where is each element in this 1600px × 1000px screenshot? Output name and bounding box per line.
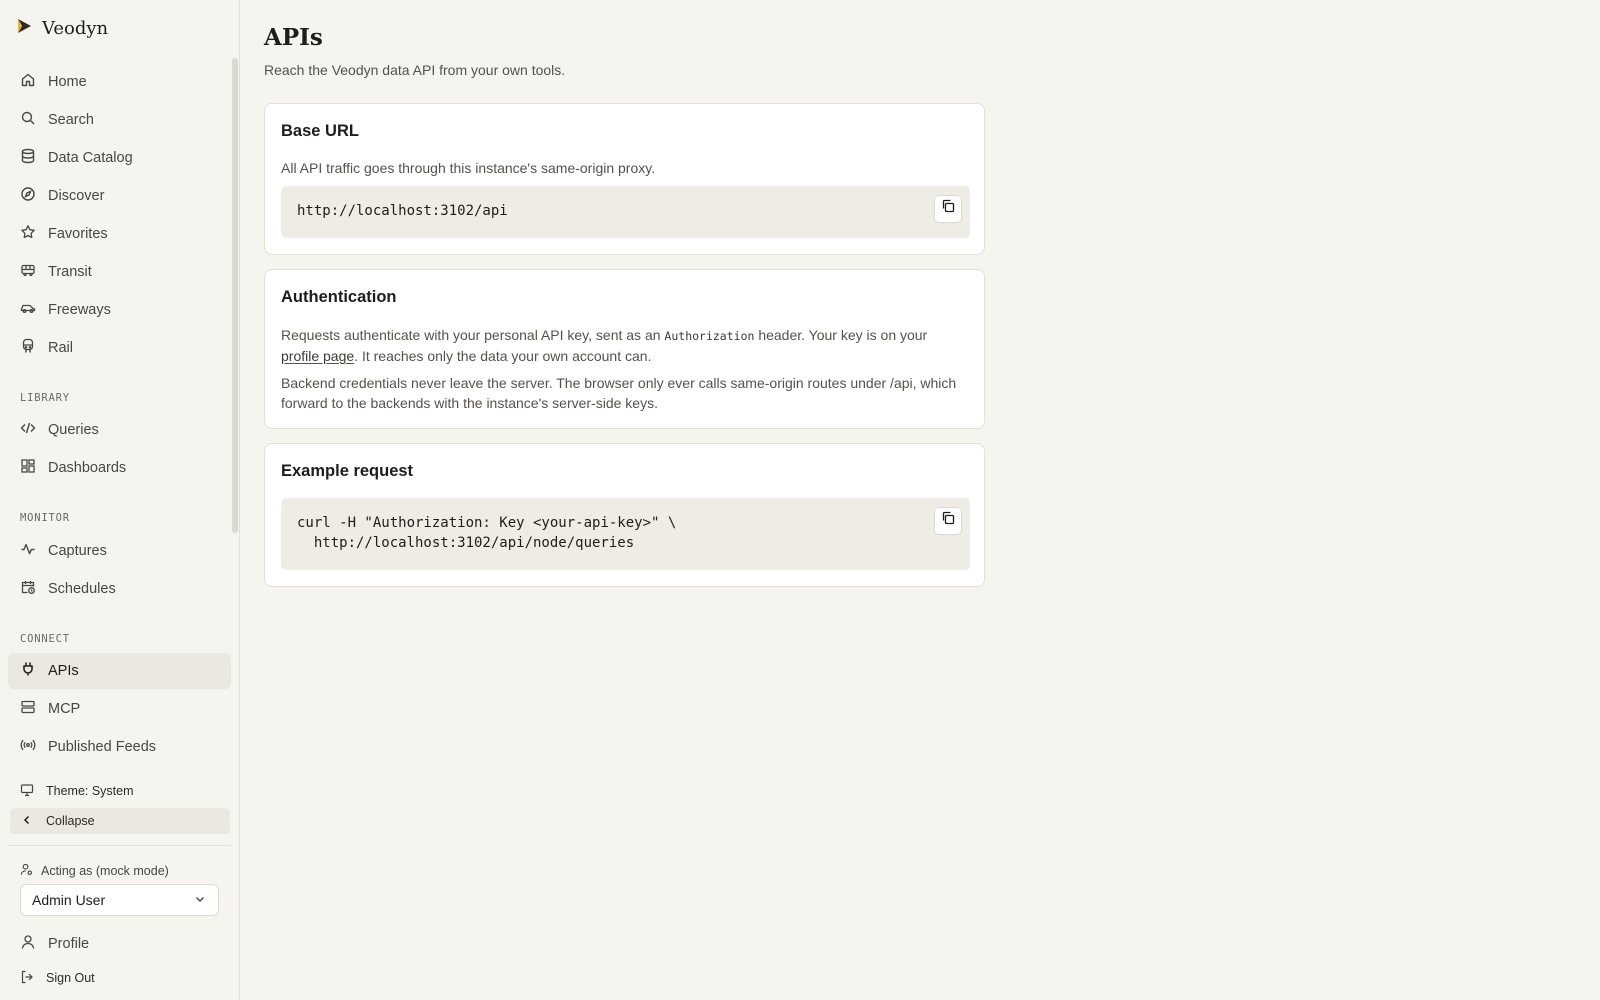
sidebar-item-home[interactable]: Home <box>8 64 231 100</box>
car-icon <box>20 300 36 320</box>
sidebar-item-label: Published Feeds <box>48 739 157 755</box>
sidebar-item-published-feeds[interactable]: Published Feeds <box>8 729 231 765</box>
example-code-block: curl -H "Authorization: Key <your-api-ke… <box>281 498 970 570</box>
section-label-connect: CONNECT <box>20 633 70 645</box>
chevron-left-icon <box>20 813 34 830</box>
sidebar-item-label: Captures <box>48 543 107 559</box>
compass-icon <box>20 186 36 206</box>
page-title: APIs <box>264 24 323 51</box>
theme-toggle[interactable]: Theme: System <box>10 778 230 804</box>
code-line: http://localhost:3102/api/node/queries <box>297 535 635 551</box>
dashboard-icon <box>20 458 36 478</box>
sidebar-item-label: Search <box>48 112 94 128</box>
brand-name: Veodyn <box>42 18 109 39</box>
sidebar-item-label: Rail <box>48 340 73 356</box>
plug-icon <box>20 661 36 681</box>
auth-text: Requests authenticate with your personal… <box>281 327 665 343</box>
sidebar-item-label: MCP <box>48 701 81 717</box>
sidebar: Veodyn Home Search Data Catalog Discover… <box>0 0 240 1000</box>
sidebar-item-apis[interactable]: APIs <box>8 653 231 689</box>
collapse-label: Collapse <box>46 814 95 828</box>
sidebar-item-profile[interactable]: Profile <box>8 926 231 962</box>
user-icon <box>20 934 36 954</box>
card-title: Authentication <box>281 288 397 306</box>
sidebar-item-transit[interactable]: Transit <box>8 254 231 290</box>
user-cog-icon <box>20 863 33 879</box>
profile-page-link[interactable]: profile page <box>281 348 354 364</box>
base-url-code-block: http://localhost:3102/api <box>281 186 970 238</box>
copy-button[interactable] <box>934 507 962 535</box>
star-icon <box>20 224 36 244</box>
sidebar-item-schedules[interactable]: Schedules <box>8 571 231 607</box>
base-url-value: http://localhost:3102/api <box>297 203 508 219</box>
authentication-card: Authentication Requests authenticate wit… <box>264 269 985 429</box>
sidebar-item-label: Schedules <box>48 581 116 597</box>
sidebar-item-label: Queries <box>48 422 99 438</box>
logo-icon <box>14 16 34 41</box>
train-icon <box>20 338 36 358</box>
sidebar-item-label: Home <box>48 74 87 90</box>
acting-as-label: Acting as (mock mode) <box>20 863 169 879</box>
sidebar-item-rail[interactable]: Rail <box>8 330 231 366</box>
sidebar-item-label: Discover <box>48 188 105 204</box>
section-label-library: LIBRARY <box>20 392 70 404</box>
sign-out-button[interactable]: Sign Out <box>10 965 230 991</box>
sign-out-label: Sign Out <box>46 971 95 985</box>
log-out-icon <box>20 970 34 987</box>
sidebar-item-label: Freeways <box>48 302 111 318</box>
sidebar-divider <box>8 845 231 846</box>
sidebar-item-label: Data Catalog <box>48 150 133 166</box>
monitor-icon <box>20 783 34 800</box>
sidebar-item-label: Transit <box>48 264 92 280</box>
sidebar-item-captures[interactable]: Captures <box>8 533 231 569</box>
acting-user-select[interactable]: Admin User <box>20 884 219 916</box>
auth-text: header. Your key is on your <box>754 327 928 343</box>
page-subtitle: Reach the Veodyn data API from your own … <box>264 62 566 78</box>
activity-icon <box>20 541 36 561</box>
auth-text: . It reaches only the data your own acco… <box>354 348 652 364</box>
acting-user-value: Admin User <box>32 892 106 908</box>
sidebar-item-search[interactable]: Search <box>8 102 231 138</box>
sidebar-item-freeways[interactable]: Freeways <box>8 292 231 328</box>
sidebar-item-dashboards[interactable]: Dashboards <box>8 450 231 486</box>
sidebar-item-discover[interactable]: Discover <box>8 178 231 214</box>
radio-icon <box>20 737 36 757</box>
example-request-card: Example request curl -H "Authorization: … <box>264 443 985 587</box>
auth-paragraph-2: Backend credentials never leave the serv… <box>281 375 957 411</box>
acting-as-text: Acting as (mock mode) <box>41 864 169 878</box>
card-description: All API traffic goes through this instan… <box>281 160 656 176</box>
sidebar-item-data-catalog[interactable]: Data Catalog <box>8 140 231 176</box>
sidebar-item-favorites[interactable]: Favorites <box>8 216 231 252</box>
database-icon <box>20 148 36 168</box>
card-title: Base URL <box>281 122 359 140</box>
copy-button[interactable] <box>934 195 962 223</box>
server-icon <box>20 699 36 719</box>
search-icon <box>20 110 36 130</box>
copy-icon <box>941 199 955 219</box>
section-label-monitor: MONITOR <box>20 512 70 524</box>
bus-icon <box>20 262 36 282</box>
authorization-code: Authorization <box>664 329 755 343</box>
copy-icon <box>941 511 955 531</box>
card-title: Example request <box>281 462 414 480</box>
code-line: curl -H "Authorization: Key <your-api-ke… <box>297 515 677 531</box>
home-icon <box>20 72 36 92</box>
brand[interactable]: Veodyn <box>14 16 108 41</box>
sidebar-item-label: Favorites <box>48 226 108 242</box>
collapse-button[interactable]: Collapse <box>10 808 230 834</box>
calendar-clock-icon <box>20 579 36 599</box>
auth-paragraph-1: Requests authenticate with your personal… <box>281 325 961 366</box>
sidebar-item-label: Profile <box>48 936 90 952</box>
chevron-down-icon <box>194 892 206 908</box>
sidebar-item-label: APIs <box>48 663 79 679</box>
sidebar-item-queries[interactable]: Queries <box>8 412 231 448</box>
sidebar-scrollbar[interactable] <box>232 58 238 533</box>
theme-label: Theme: System <box>46 784 134 798</box>
base-url-card: Base URL All API traffic goes through th… <box>264 103 985 255</box>
code-icon <box>20 420 36 440</box>
sidebar-item-mcp[interactable]: MCP <box>8 691 231 727</box>
sidebar-item-label: Dashboards <box>48 460 127 476</box>
